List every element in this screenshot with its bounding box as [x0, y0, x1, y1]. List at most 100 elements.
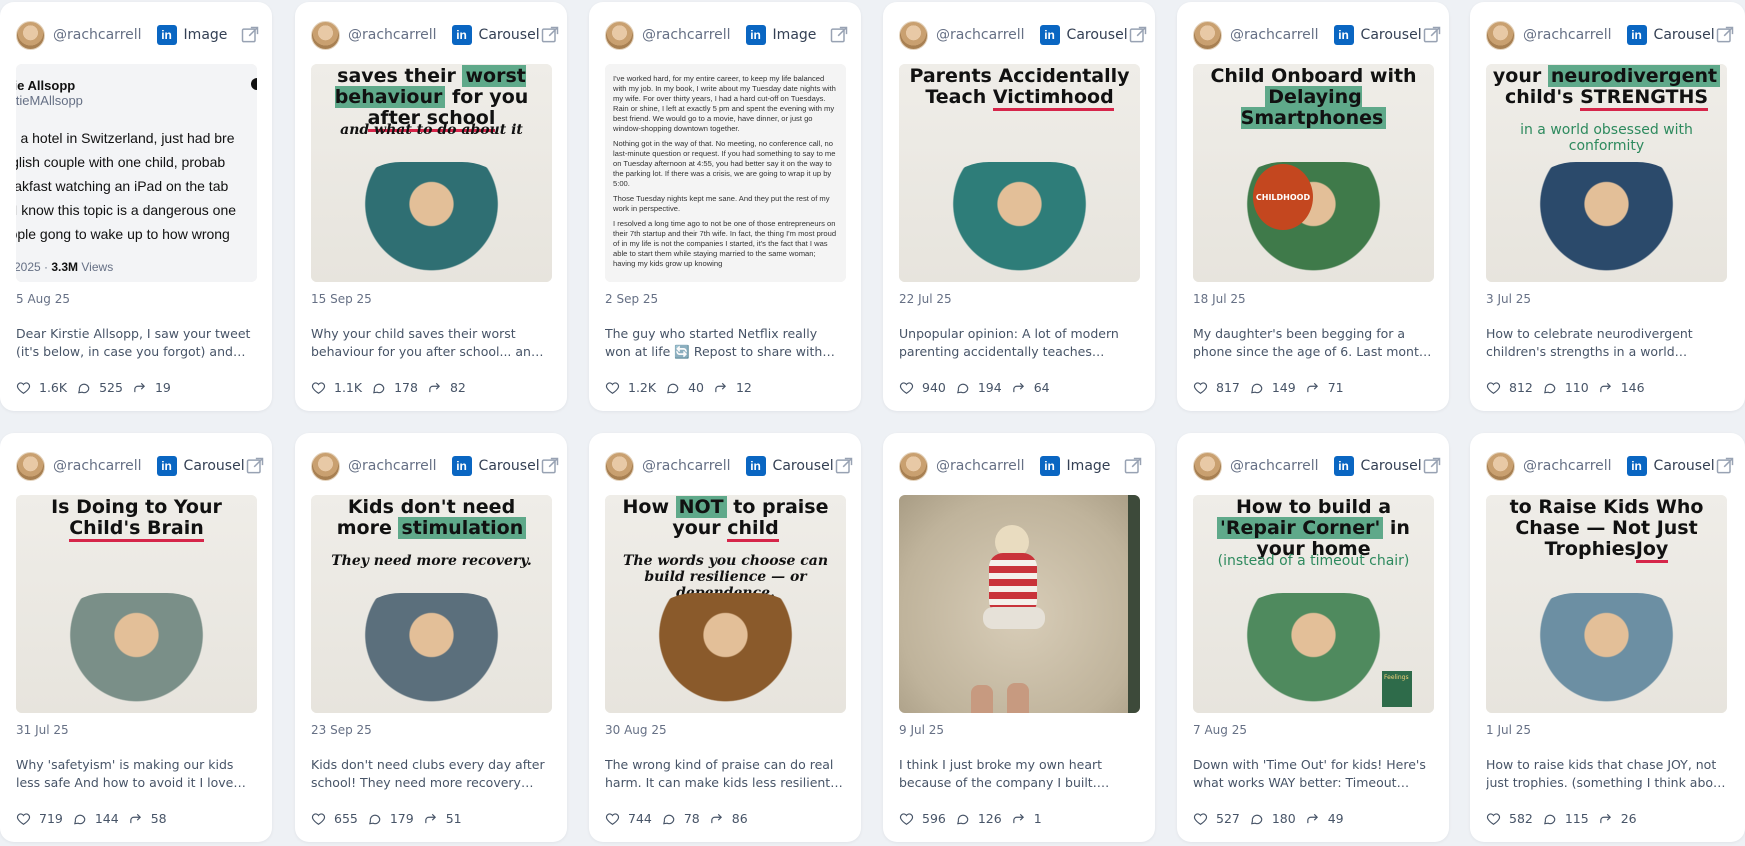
comments-count: 115 — [1564, 811, 1589, 826]
repost-icon — [1598, 381, 1617, 395]
author-handle[interactable]: @rachcarrell — [642, 27, 731, 43]
post-card[interactable]: @rachcarrell in Carousel Child Onboard with… — [1177, 2, 1449, 411]
avatar — [16, 451, 45, 481]
post-date: 31 Jul 25 — [16, 723, 69, 737]
card-header: @rachcarrell in Carousel — [1193, 20, 1440, 50]
author-handle[interactable]: @rachcarrell — [53, 27, 142, 43]
post-media[interactable]: to Raise Kids Who Chase — Not Just Troph… — [1486, 495, 1727, 713]
post-card[interactable]: @rachcarrell in Carousel to Raise Kids Who … — [1470, 433, 1745, 842]
post-date: 15 Sep 25 — [311, 292, 372, 306]
post-media[interactable]: saves their worst behaviour for you afte… — [311, 64, 552, 282]
tweet-date: 8/2025 · — [16, 260, 49, 274]
engagement-stats: 1.2K 40 12 — [605, 380, 761, 395]
reposts-count: 19 — [154, 380, 171, 395]
reposts-stat: 49 — [1305, 811, 1344, 826]
post-date: 3 Jul 25 — [1486, 292, 1532, 306]
external-link-icon[interactable] — [540, 456, 560, 476]
post-media[interactable]: your neurodivergent child's STRENGTHS in … — [1486, 64, 1727, 282]
author-handle[interactable]: @rachcarrell — [1230, 27, 1319, 43]
author-handle[interactable]: @rachcarrell — [1523, 458, 1612, 474]
linkedin-icon: in — [1626, 456, 1647, 476]
external-link-icon[interactable] — [829, 25, 849, 45]
post-card[interactable]: @rachcarrell in Image stie AllsoppirstieMAl… — [0, 2, 272, 411]
engagement-stats: 812 110 146 — [1486, 380, 1654, 395]
external-link-icon[interactable] — [245, 456, 265, 476]
linkedin-icon: in — [1626, 25, 1647, 45]
likes-count: 1.2K — [628, 380, 657, 395]
post-card[interactable]: @rachcarrell in Carousel Parents Accidental… — [883, 2, 1155, 411]
author-handle[interactable]: @rachcarrell — [348, 27, 437, 43]
post-type-label: Carousel — [1653, 27, 1715, 43]
comments-stat: 144 — [72, 811, 119, 826]
likes-count: 719 — [39, 811, 63, 826]
author-handle[interactable]: @rachcarrell — [53, 458, 142, 474]
cover-title-underlined: child — [727, 517, 779, 542]
post-card[interactable]: @rachcarrell in Carousel your neurodivergen… — [1470, 2, 1745, 411]
author-handle[interactable]: @rachcarrell — [936, 458, 1025, 474]
likes-stat: 1.6K — [16, 380, 67, 395]
post-card[interactable]: @rachcarrell in Carousel How NOT to praise … — [589, 433, 861, 842]
cover-title-highlight: NOT — [675, 496, 727, 518]
linkedin-icon: in — [156, 25, 177, 45]
external-link-icon[interactable] — [1715, 456, 1735, 476]
heart-icon — [899, 812, 918, 826]
post-date: 7 Aug 25 — [1193, 723, 1247, 737]
post-media[interactable]: Parents Accidentally Teach Victimhood — [899, 64, 1140, 282]
likes-stat: 817 — [1193, 380, 1240, 395]
cover-title: Kids don't need more stimulation — [311, 497, 552, 539]
post-date: 23 Sep 25 — [311, 723, 372, 737]
tweet-author-handle: irstieMAllsopp — [16, 93, 83, 108]
post-card[interactable]: @rachcarrell in Carousel How to build a 'Re… — [1177, 433, 1449, 842]
post-card[interactable]: @rachcarrell in Image I've worked hard, for… — [589, 2, 861, 411]
post-type-label: Carousel — [1360, 27, 1422, 43]
likes-count: 596 — [922, 811, 946, 826]
cover-title-text: How — [622, 496, 676, 518]
carousel-cover-art: your neurodivergent child's STRENGTHS in … — [1486, 64, 1727, 282]
engagement-stats: 1.1K 178 82 — [311, 380, 475, 395]
comment-icon — [1249, 812, 1268, 826]
author-handle[interactable]: @rachcarrell — [1230, 458, 1319, 474]
reposts-stat: 64 — [1011, 380, 1050, 395]
post-media[interactable]: Is Doing to Your Child's Brain — [16, 495, 257, 713]
cover-subtitle: and what to do about it — [340, 122, 523, 138]
avatar — [1486, 20, 1515, 50]
post-media[interactable]: I've worked hard, for my entire career, … — [605, 64, 846, 282]
cover-title-text: saves their — [337, 65, 463, 87]
external-link-icon[interactable] — [240, 25, 260, 45]
cover-title: How to build a 'Repair Corner' in your h… — [1193, 497, 1434, 560]
author-handle[interactable]: @rachcarrell — [936, 27, 1025, 43]
heart-icon — [311, 812, 330, 826]
post-description: Kids don't need clubs every day after sc… — [311, 757, 545, 790]
post-card[interactable]: @rachcarrell in Image 9 Jul 25 I think I jus… — [883, 433, 1155, 842]
post-card[interactable]: @rachcarrell in Carousel Is Doing to Your C… — [0, 433, 272, 842]
post-card[interactable]: @rachcarrell in Carousel saves their worst … — [295, 2, 567, 411]
external-link-icon[interactable] — [1715, 25, 1735, 45]
carousel-cover-art: to Raise Kids Who Chase — Not Just Troph… — [1486, 495, 1727, 713]
author-handle[interactable]: @rachcarrell — [348, 458, 437, 474]
external-link-icon[interactable] — [1422, 456, 1442, 476]
engagement-stats: 719 144 58 — [16, 811, 176, 826]
post-card[interactable]: @rachcarrell in Carousel Kids don't need mo… — [295, 433, 567, 842]
likes-count: 940 — [922, 380, 946, 395]
cover-illustration — [929, 162, 1110, 282]
post-media[interactable]: stie AllsoppirstieMAllsopp g in a hotel i… — [16, 64, 257, 282]
external-link-icon[interactable] — [540, 25, 560, 45]
post-media[interactable]: How NOT to praise your child The words yo… — [605, 495, 846, 713]
author-handle[interactable]: @rachcarrell — [642, 458, 731, 474]
cover-title-underlined: STRENGTHS — [1580, 86, 1709, 111]
post-media[interactable] — [899, 495, 1140, 713]
external-link-icon[interactable] — [1422, 25, 1442, 45]
external-link-icon[interactable] — [1128, 25, 1148, 45]
post-media[interactable]: Kids don't need more stimulation They nee… — [311, 495, 552, 713]
cover-title-underlined: Child's Brain — [69, 517, 204, 542]
post-description: I think I just broke my own heart becaus… — [899, 757, 1103, 790]
external-link-icon[interactable] — [834, 456, 854, 476]
post-media[interactable]: Child Onboard with Delaying Smartphones C… — [1193, 64, 1434, 282]
author-handle[interactable]: @rachcarrell — [1523, 27, 1612, 43]
post-media[interactable]: How to build a 'Repair Corner' in your h… — [1193, 495, 1434, 713]
reposts-stat: 82 — [427, 380, 466, 395]
repost-icon — [1011, 812, 1030, 826]
engagement-stats: 527 180 49 — [1193, 811, 1353, 826]
external-link-icon[interactable] — [1123, 456, 1143, 476]
reposts-stat: 146 — [1598, 380, 1645, 395]
